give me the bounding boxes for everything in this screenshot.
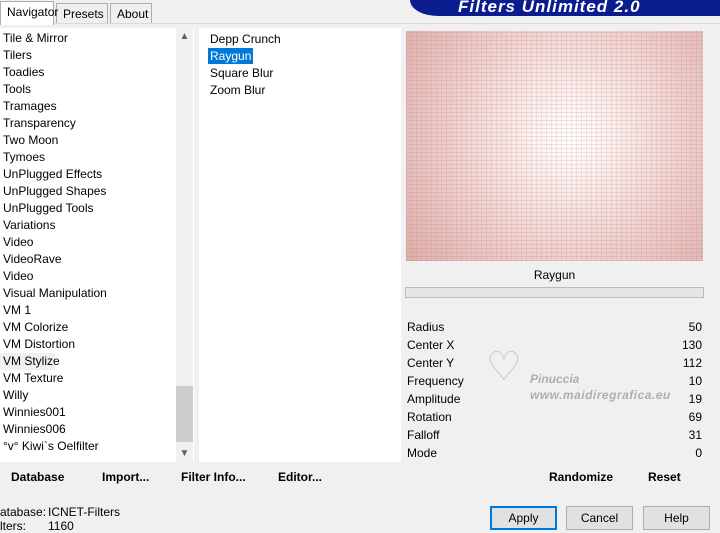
preview-caption: Raygun	[533, 268, 576, 282]
category-item[interactable]: VM Colorize	[0, 319, 194, 336]
chevron-up-icon[interactable]: ▲	[176, 28, 193, 45]
filter-item-square-blur[interactable]: Square Blur	[208, 65, 275, 81]
category-item[interactable]: Two Moon	[0, 132, 194, 149]
category-item[interactable]: VM Texture	[0, 370, 194, 387]
app-banner: Filters Unlimited 2.0	[410, 0, 720, 16]
category-item[interactable]: Visual Manipulation	[0, 285, 194, 302]
preview-texture	[406, 31, 703, 261]
category-item[interactable]: Winnies001	[0, 404, 194, 421]
category-item[interactable]: Tile & Mirror	[0, 30, 194, 47]
category-item[interactable]: VM Stylize	[0, 353, 60, 370]
help-button[interactable]: Help	[643, 506, 710, 530]
param-label: Mode	[407, 446, 438, 460]
import-button[interactable]: Import...	[102, 470, 149, 484]
status-database-label: atabase:	[0, 505, 47, 519]
filter-preview	[406, 31, 703, 261]
watermark-site: www.maidiregrafica.eu	[530, 388, 671, 402]
watermark-heart-icon: ♡	[486, 345, 522, 389]
filter-info-button[interactable]: Filter Info...	[181, 470, 246, 484]
category-scrollbar[interactable]: ▲ ▼	[176, 28, 193, 462]
param-value[interactable]: 19	[689, 390, 702, 408]
category-item[interactable]: Tilers	[0, 47, 194, 64]
category-item[interactable]: VM Distortion	[0, 336, 194, 353]
filter-list[interactable]: Depp Crunch Raygun Square Blur Zoom Blur	[199, 28, 401, 462]
category-item[interactable]: UnPlugged Shapes	[0, 183, 194, 200]
param-falloff[interactable]: Falloff 31	[405, 426, 704, 444]
param-label: Frequency	[407, 374, 464, 388]
param-value[interactable]: 112	[683, 354, 702, 372]
param-value[interactable]: 130	[682, 336, 702, 354]
param-value[interactable]: 31	[689, 426, 702, 444]
category-item[interactable]: Video	[0, 268, 194, 285]
status-database-value: ICNET-Filters	[48, 505, 120, 519]
reset-button[interactable]: Reset	[648, 470, 681, 484]
param-rotation[interactable]: Rotation 69	[405, 408, 704, 426]
tab-strip-line	[0, 23, 720, 24]
category-item[interactable]: Tymoes	[0, 149, 194, 166]
category-item[interactable]: Video	[0, 234, 194, 251]
status-filters-value: 1160	[48, 519, 74, 533]
param-value[interactable]: 50	[689, 318, 702, 336]
progress-bar	[405, 287, 704, 298]
chevron-down-icon[interactable]: ▼	[176, 445, 193, 462]
filter-item-depp-crunch[interactable]: Depp Crunch	[208, 31, 283, 47]
apply-button[interactable]: Apply	[490, 506, 557, 530]
cancel-button[interactable]: Cancel	[566, 506, 633, 530]
param-center-x[interactable]: Center X 130	[405, 336, 704, 354]
scrollbar-thumb[interactable]	[176, 386, 193, 442]
category-item[interactable]: VideoRave	[0, 251, 194, 268]
param-mode[interactable]: Mode 0	[405, 444, 704, 462]
tab-about[interactable]: About	[110, 3, 152, 23]
param-value[interactable]: 69	[689, 408, 702, 426]
category-item[interactable]: Toadies	[0, 64, 194, 81]
param-label: Center X	[407, 338, 455, 352]
category-item[interactable]: Willy	[0, 387, 194, 404]
param-label: Radius	[407, 320, 445, 334]
category-list[interactable]: Tile & Mirror Tilers Toadies Tools Tramages T…	[0, 28, 194, 462]
editor-button[interactable]: Editor...	[278, 470, 322, 484]
filter-item-zoom-blur[interactable]: Zoom Blur	[208, 82, 267, 98]
tab-navigator[interactable]: Navigator	[0, 1, 58, 25]
status-filters-label: lters:	[0, 519, 27, 533]
param-label: Rotation	[407, 410, 452, 424]
category-item[interactable]: °v° Kiwi`s Oelfilter	[0, 438, 194, 455]
banner-title: Filters Unlimited 2.0	[458, 0, 641, 16]
watermark-name: Pinuccia	[530, 372, 580, 386]
category-item[interactable]: Variations	[0, 217, 194, 234]
param-label: Amplitude	[407, 392, 461, 406]
category-item[interactable]: Tools	[0, 81, 194, 98]
param-value[interactable]: 10	[689, 372, 702, 390]
param-center-y[interactable]: Center Y 112	[405, 354, 704, 372]
category-item[interactable]: UnPlugged Tools	[0, 200, 194, 217]
param-label: Center Y	[407, 356, 455, 370]
category-item[interactable]: UnPlugged Effects	[0, 166, 194, 183]
param-label: Falloff	[407, 428, 440, 442]
category-item[interactable]: VM 1	[0, 302, 194, 319]
category-item[interactable]: Tramages	[0, 98, 194, 115]
database-button[interactable]: Database	[11, 470, 64, 484]
randomize-button[interactable]: Randomize	[549, 470, 613, 484]
param-radius[interactable]: Radius 50	[405, 318, 704, 336]
filter-item-raygun[interactable]: Raygun	[208, 48, 254, 64]
category-item[interactable]: Transparency	[0, 115, 194, 132]
tab-presets[interactable]: Presets	[56, 3, 108, 23]
category-item[interactable]: Winnies006	[0, 421, 194, 438]
param-value[interactable]: 0	[695, 444, 702, 462]
